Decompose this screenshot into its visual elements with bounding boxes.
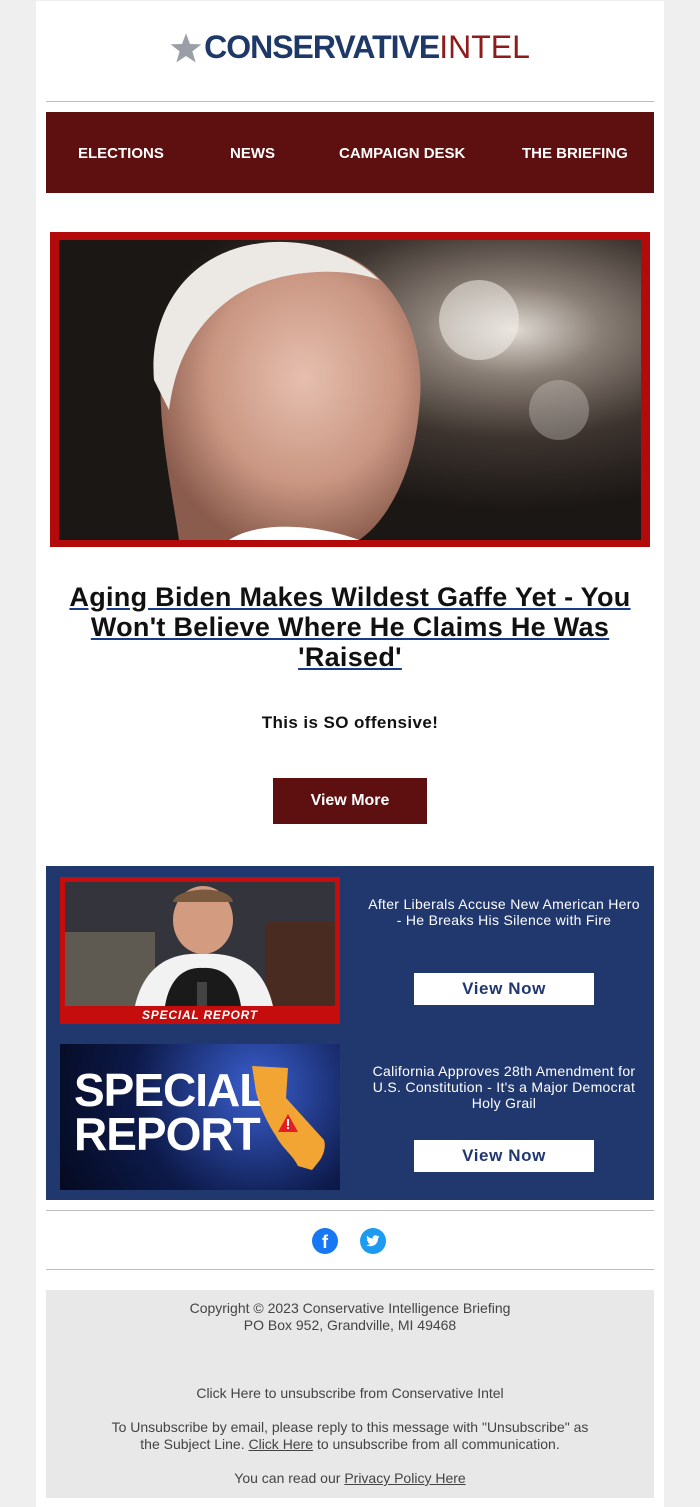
email-body: CONSERVATIVEINTEL ELECTIONS NEWS CAMPAIG… [36,1,664,1507]
logo-word-intel: INTEL [439,29,530,65]
feature-block: SPECIAL REPORT After Liberals Accuse New… [46,866,654,1200]
footer-privacy-line: You can read our Privacy Policy Here [46,1470,654,1487]
feature-1-text[interactable]: After Liberals Accuse New American Hero … [366,896,642,928]
footer: Copyright © 2023 Conservative Intelligen… [46,1290,654,1498]
view-now-button-1[interactable]: View Now [414,973,594,1005]
logo-word-conservative: CONSERVATIVE [204,29,440,65]
twitter-icon[interactable] [360,1228,386,1254]
divider [46,1210,654,1211]
footer-address: PO Box 952, Grandville, MI 49468 [243,1317,457,1333]
feature-thumbnail-1[interactable]: SPECIAL REPORT [60,877,340,1024]
divider [46,101,654,102]
nav-item-campaign-desk[interactable]: CAMPAIGN DESK [339,145,465,162]
divider [46,1269,654,1270]
view-more-button[interactable]: View More [273,778,427,824]
brand-logo[interactable]: CONSERVATIVEINTEL [36,29,664,75]
footer-email-unsubscribe-line-1: To Unsubscribe by email, please reply to… [111,1419,589,1435]
hero-image-frame[interactable] [50,232,650,547]
hero-headline[interactable]: Aging Biden Makes Wildest Gaffe Yet - Yo… [56,582,644,672]
hero-teaser: This is SO offensive! [261,713,439,732]
hero-photo [59,240,641,540]
thumbnail-illustration [65,882,335,1006]
footer-email-unsubscribe-line-2: the Subject Line. Click Here to unsubscr… [46,1436,654,1453]
facebook-icon[interactable]: f [312,1228,338,1254]
hero-photo-illustration [59,240,641,540]
nav-item-the-briefing[interactable]: THE BRIEFING [522,145,628,162]
footer-click-here-link[interactable]: Click Here [248,1436,313,1452]
footer-privacy-prefix: You can read our [234,1470,341,1486]
footer-copyright: Copyright © 2023 Conservative Intelligen… [189,1300,511,1316]
footer-email-unsubscribe-text-b: to unsubscribe from all communication. [316,1436,560,1452]
california-map-icon [252,1066,325,1170]
footer-unsubscribe-link[interactable]: Click Here to unsubscribe from Conservat… [46,1385,654,1402]
view-now-button-2[interactable]: View Now [414,1140,594,1172]
twitter-bird-glyph [366,1235,380,1247]
privacy-policy-link[interactable]: Privacy Policy Here [344,1470,465,1486]
thumbnail-photo [65,882,335,1006]
hero-headline-link[interactable]: Aging Biden Makes Wildest Gaffe Yet - Yo… [69,582,630,672]
special-report-caption: SPECIAL REPORT [141,1008,259,1022]
feature-2-text[interactable]: California Approves 28th Amendment for U… [366,1063,642,1111]
star-icon [170,32,202,62]
footer-email-unsubscribe-text-a: the Subject Line. [140,1436,245,1452]
nav-bar: ELECTIONS NEWS CAMPAIGN DESK THE BRIEFIN… [46,112,654,193]
nav-item-elections[interactable]: ELECTIONS [78,145,164,162]
nav-item-news[interactable]: NEWS [230,145,275,162]
feature-thumbnail-2[interactable]: SPECIAL REPORT [60,1044,340,1190]
